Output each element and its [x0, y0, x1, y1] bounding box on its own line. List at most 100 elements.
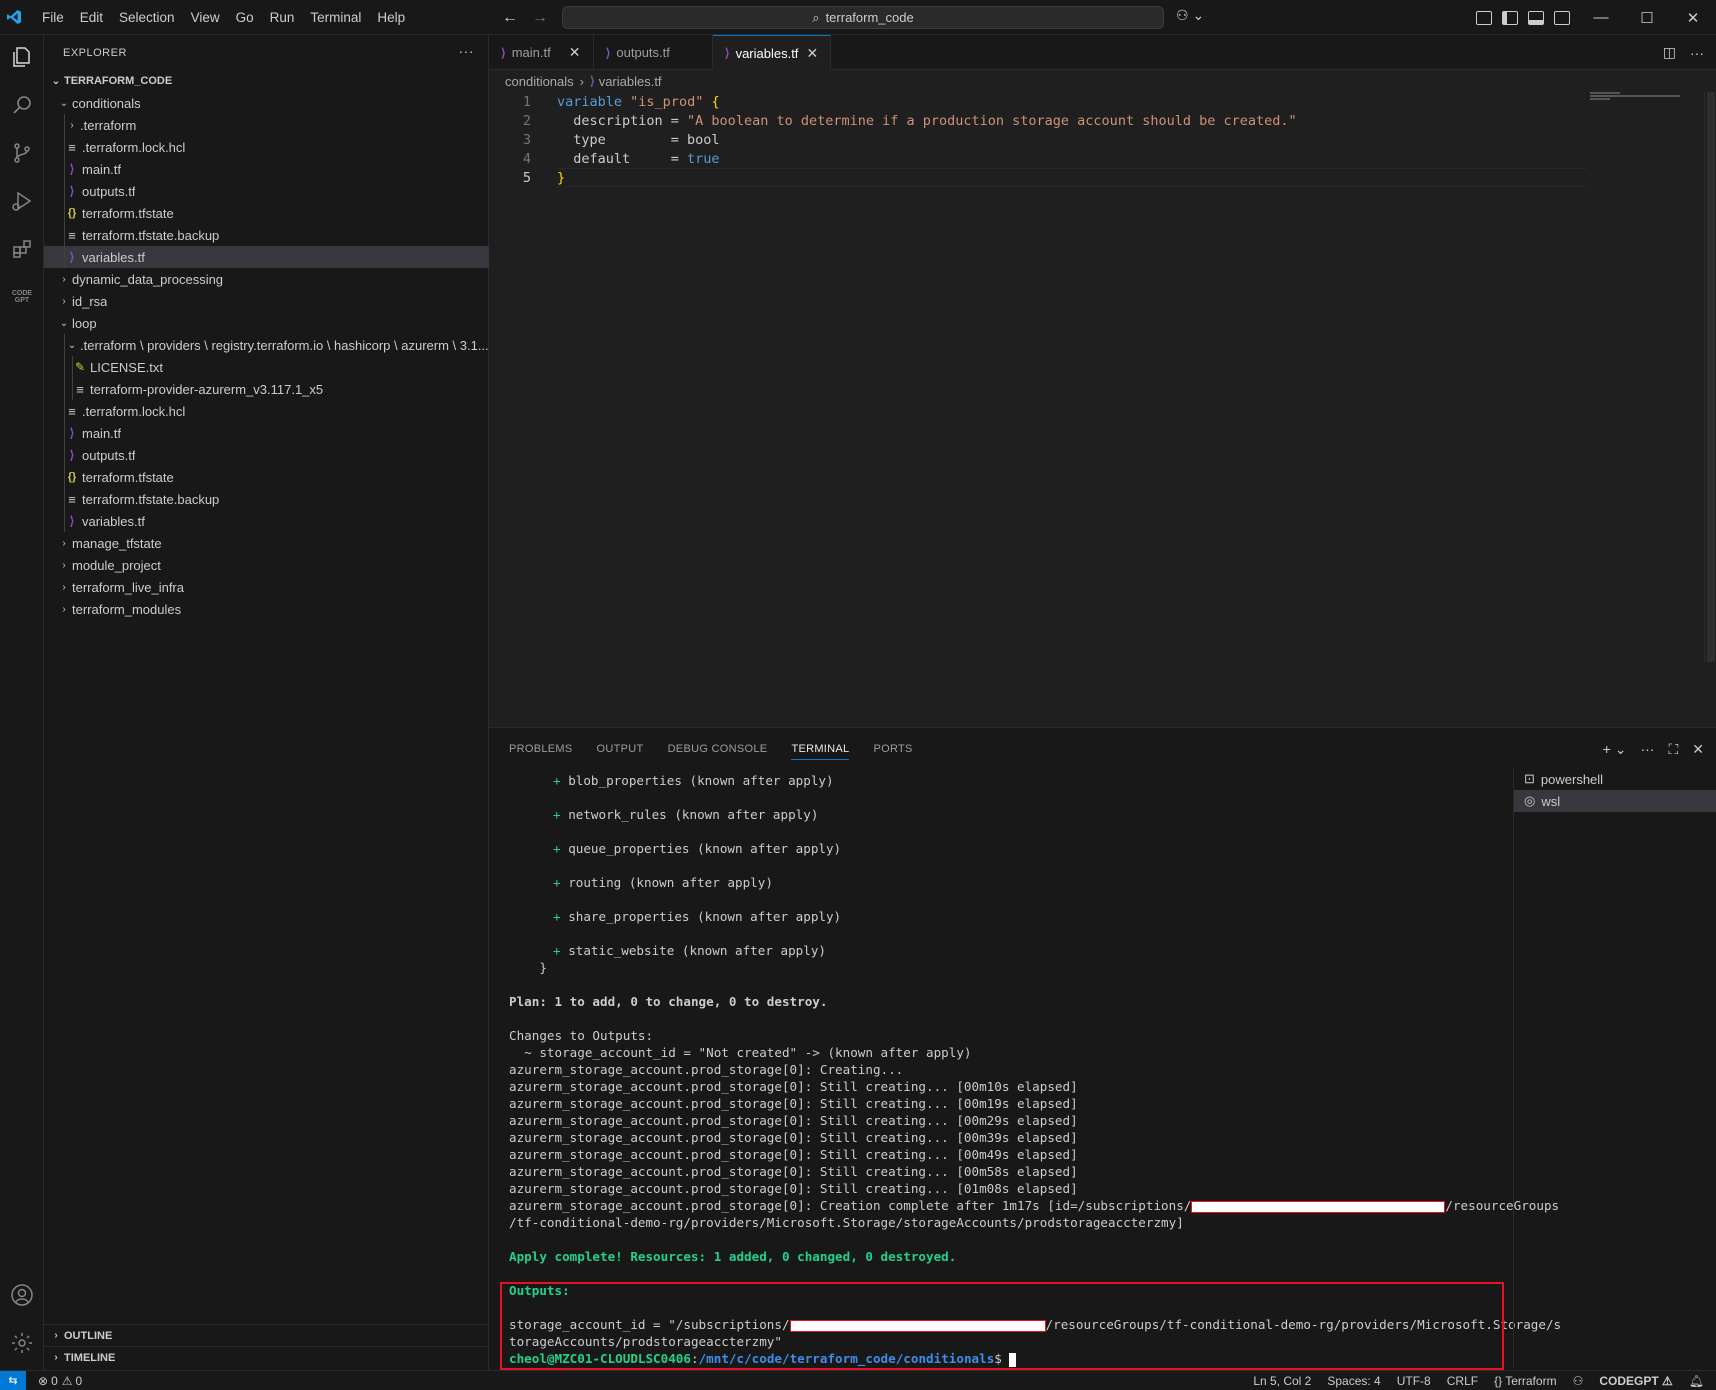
- split-editor-icon[interactable]: ◫: [1663, 44, 1676, 61]
- tree-item[interactable]: ≡ terraform-provider-azurerm_v3.117.1_x5: [44, 378, 489, 400]
- copilot-status-icon[interactable]: ⚇: [1573, 1374, 1584, 1388]
- tree-item[interactable]: ⌄ conditionals: [44, 92, 489, 114]
- minimap[interactable]: [1590, 92, 1680, 102]
- remote-indicator-icon[interactable]: ⇆: [0, 1370, 26, 1390]
- terminal-line: azurerm_storage_account.prod_storage[0]:…: [509, 1164, 1078, 1179]
- copilot-icon[interactable]: ⚇ ⌄: [1176, 7, 1204, 24]
- back-arrow-icon[interactable]: ←: [502, 9, 518, 27]
- breadcrumb-folder[interactable]: conditionals: [505, 74, 574, 89]
- terminal-line: + share_properties (known after apply): [553, 909, 842, 924]
- tree-item[interactable]: ⟩ outputs.tf: [44, 444, 489, 466]
- tree-item[interactable]: ≡ terraform.tfstate.backup: [44, 488, 489, 510]
- tree-item[interactable]: ≡ terraform.tfstate.backup: [44, 224, 489, 246]
- tree-item[interactable]: ⟩ main.tf: [44, 422, 489, 444]
- terminal-line: }: [509, 960, 547, 975]
- menu-view[interactable]: View: [183, 0, 228, 35]
- toggle-primary-sidebar-icon[interactable]: [1502, 10, 1518, 25]
- outline-section[interactable]: › OUTLINE: [44, 1324, 489, 1346]
- tree-item[interactable]: › id_rsa: [44, 290, 489, 312]
- timeline-section[interactable]: › TIMELINE: [44, 1346, 489, 1368]
- explorer-root-folder[interactable]: ⌄ TERRAFORM_CODE: [44, 70, 489, 92]
- account-icon[interactable]: [8, 1281, 36, 1309]
- text-file-icon: ≡: [68, 227, 76, 243]
- tree-item[interactable]: › terraform_modules: [44, 598, 489, 620]
- menu-file[interactable]: File: [34, 0, 72, 35]
- terminal-line: + routing (known after apply): [553, 875, 773, 890]
- close-icon[interactable]: ✕: [569, 44, 583, 61]
- indentation[interactable]: Spaces: 4: [1327, 1374, 1380, 1388]
- vscode-logo-icon: [0, 0, 28, 35]
- tree-item[interactable]: ⟩ outputs.tf: [44, 180, 489, 202]
- maximize-panel-icon[interactable]: ⛶: [1668, 741, 1678, 758]
- explorer-icon[interactable]: [8, 43, 36, 71]
- tab-outputs-tf[interactable]: ⟩ outputs.tf: [594, 35, 713, 70]
- toggle-secondary-sidebar-icon[interactable]: [1554, 10, 1570, 25]
- codegpt-status[interactable]: CODEGPT ⚠: [1599, 1374, 1672, 1388]
- search-icon[interactable]: [8, 91, 36, 119]
- terminal-item-powershell[interactable]: ⊡ powershell: [1514, 768, 1716, 790]
- tree-item[interactable]: {} terraform.tfstate: [44, 466, 489, 488]
- tree-item[interactable]: {} terraform.tfstate: [44, 202, 489, 224]
- tree-item[interactable]: ⌄ .terraform \ providers \ registry.terra…: [44, 334, 489, 356]
- extensions-icon[interactable]: [8, 235, 36, 263]
- command-center-search[interactable]: ⌕ terraform_code: [562, 6, 1164, 29]
- close-icon[interactable]: ✕: [806, 45, 820, 62]
- chevron-down-icon: ⌄: [51, 75, 61, 87]
- more-actions-icon[interactable]: ···: [459, 43, 475, 59]
- close-panel-icon[interactable]: ✕: [1692, 741, 1704, 758]
- chevron-right-icon: ›: [62, 559, 66, 571]
- tab-label: variables.tf: [735, 45, 799, 61]
- errors-icon[interactable]: ⊗: [38, 1374, 48, 1388]
- tree-item[interactable]: ⟩ main.tf: [44, 158, 489, 180]
- chevron-right-icon: ›: [70, 119, 74, 131]
- tree-item[interactable]: › manage_tfstate: [44, 532, 489, 554]
- tree-item[interactable]: ≡ .terraform.lock.hcl: [44, 400, 489, 422]
- codegpt-icon[interactable]: CODE GPT: [8, 283, 36, 311]
- customize-layout-icon[interactable]: [1476, 10, 1492, 25]
- more-actions-icon[interactable]: ···: [1640, 741, 1654, 757]
- tab-variables-tf[interactable]: ⟩ variables.tf ✕: [712, 35, 832, 70]
- minimize-icon[interactable]: —: [1578, 0, 1624, 35]
- warnings-icon[interactable]: ⚠: [62, 1374, 73, 1388]
- manage-gear-icon[interactable]: [8, 1329, 36, 1357]
- run-debug-icon[interactable]: [8, 187, 36, 215]
- source-control-icon[interactable]: [8, 139, 36, 167]
- tree-item[interactable]: ⟩ variables.tf: [44, 510, 489, 532]
- tree-item[interactable]: › module_project: [44, 554, 489, 576]
- tree-item[interactable]: ≡ .terraform.lock.hcl: [44, 136, 489, 158]
- tab-ports[interactable]: PORTS: [873, 728, 912, 770]
- language-mode[interactable]: {} Terraform: [1494, 1374, 1556, 1388]
- line-ending[interactable]: CRLF: [1447, 1374, 1478, 1388]
- tab-terminal[interactable]: TERMINAL: [791, 738, 850, 760]
- notifications-bell-icon[interactable]: 🔔︎: [1689, 1374, 1704, 1388]
- tree-item[interactable]: › .terraform: [44, 114, 489, 136]
- code-editor[interactable]: 1 variable "is_prod" { 2 description = "…: [489, 92, 1716, 727]
- tree-item[interactable]: ✎ LICENSE.txt: [44, 356, 489, 378]
- tree-item[interactable]: ⟩ variables.tf: [44, 246, 489, 268]
- menu-edit[interactable]: Edit: [72, 0, 111, 35]
- tree-item[interactable]: › terraform_live_infra: [44, 576, 489, 598]
- terminal-item-wsl[interactable]: ◎ wsl: [1514, 790, 1716, 812]
- close-window-icon[interactable]: ✕: [1670, 0, 1716, 35]
- more-actions-icon[interactable]: ···: [1690, 45, 1704, 61]
- tree-item[interactable]: › dynamic_data_processing: [44, 268, 489, 290]
- tab-problems[interactable]: PROBLEMS: [509, 728, 573, 770]
- tab-main-tf[interactable]: ⟩ main.tf ✕: [489, 35, 594, 70]
- menu-go[interactable]: Go: [228, 0, 262, 35]
- tab-output[interactable]: OUTPUT: [597, 728, 644, 770]
- tab-debug-console[interactable]: DEBUG CONSOLE: [668, 728, 768, 770]
- encoding[interactable]: UTF-8: [1397, 1374, 1431, 1388]
- new-terminal-icon[interactable]: + ⌄: [1603, 741, 1627, 758]
- tree-item-label: terraform.tfstate: [82, 205, 174, 221]
- menu-terminal[interactable]: Terminal: [302, 0, 369, 35]
- cursor-position[interactable]: Ln 5, Col 2: [1253, 1374, 1311, 1388]
- toggle-panel-icon[interactable]: [1528, 10, 1544, 25]
- forward-arrow-icon[interactable]: →: [532, 9, 548, 27]
- menu-selection[interactable]: Selection: [111, 0, 183, 35]
- tree-item[interactable]: ⌄ loop: [44, 312, 489, 334]
- breadcrumb-file[interactable]: variables.tf: [599, 74, 662, 89]
- menu-help[interactable]: Help: [369, 0, 413, 35]
- maximize-icon[interactable]: ☐: [1624, 0, 1670, 35]
- editor-scrollbar[interactable]: [1704, 92, 1716, 662]
- menu-run[interactable]: Run: [262, 0, 303, 35]
